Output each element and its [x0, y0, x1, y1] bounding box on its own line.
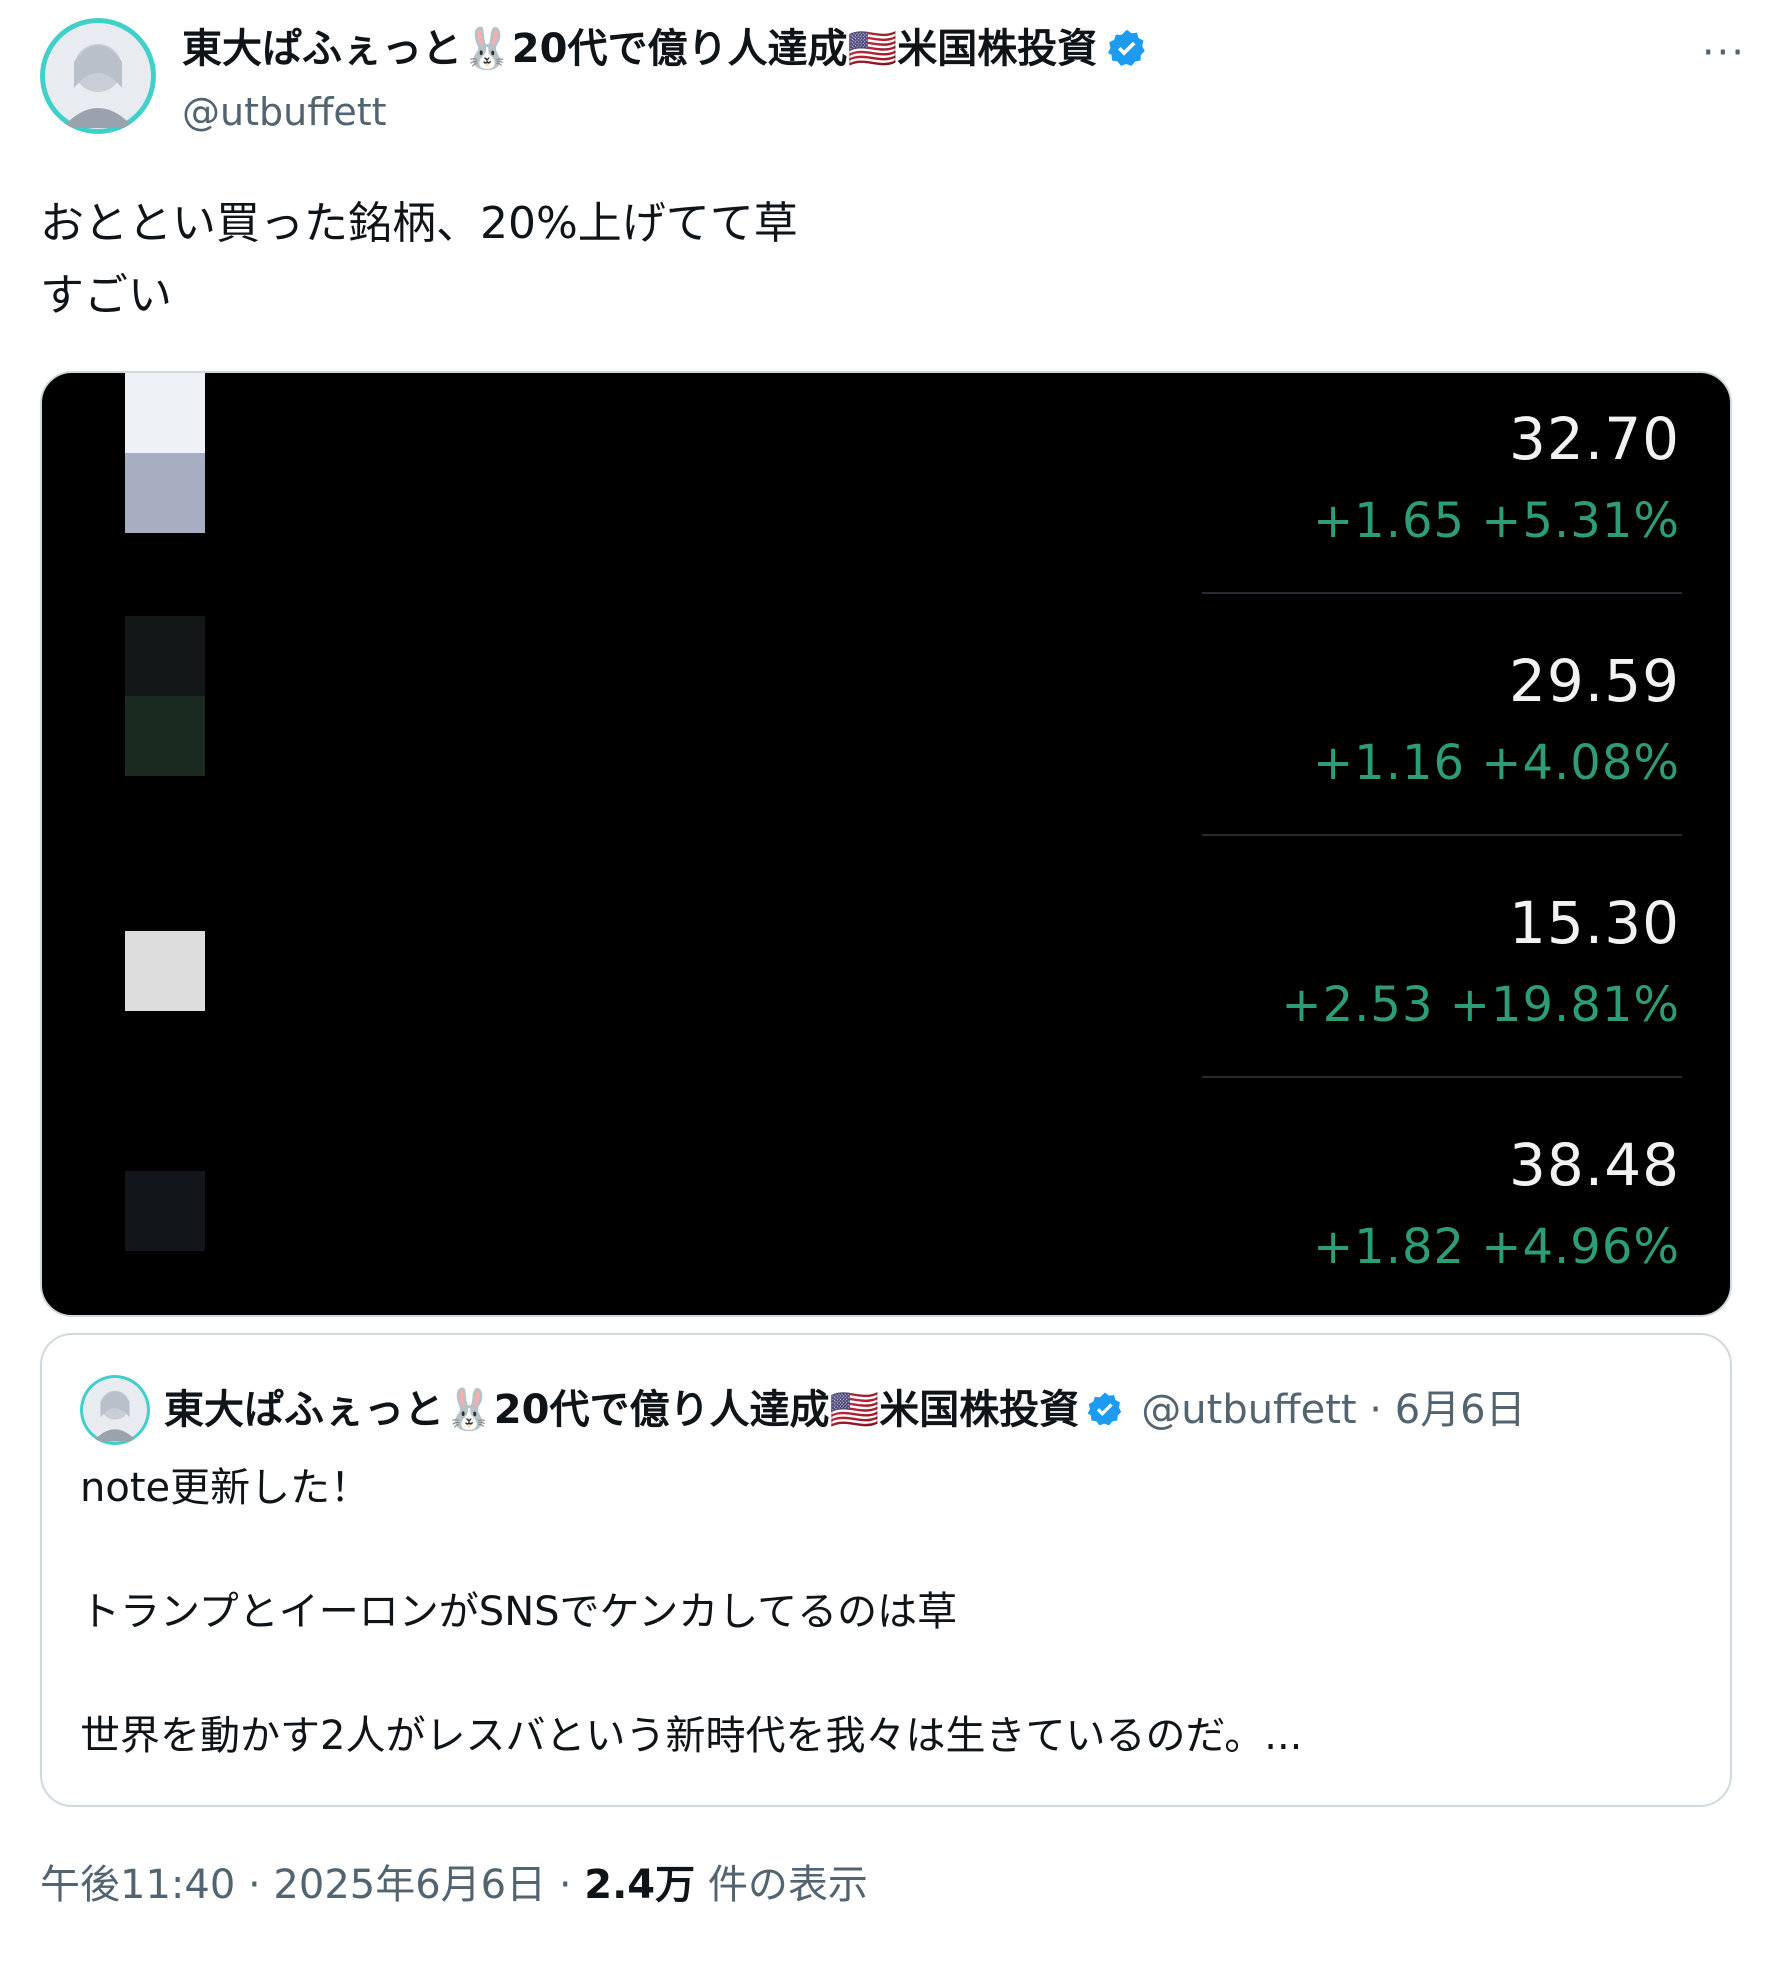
author-handle[interactable]: @utbuffett	[182, 88, 387, 136]
quote-row: 29.59 +1.16 +4.08%	[1200, 645, 1680, 795]
author-name-text[interactable]: 東大ぱふぇっと🐰20代で億り人達成🇺🇸米国株投資	[182, 24, 1097, 74]
row-divider	[1202, 834, 1682, 836]
quoted-header: 東大ぱふぇっと🐰20代で億り人達成🇺🇸米国株投資 @utbuffett · 6月…	[164, 1383, 1526, 1437]
price-change: +1.82 +4.96%	[1312, 1219, 1680, 1275]
quoted-tweet[interactable]: 東大ぱふぇっと🐰20代で億り人達成🇺🇸米国株投資 @utbuffett · 6月…	[40, 1333, 1732, 1807]
price-value: 15.30	[1508, 889, 1680, 957]
price-change: +1.16 +4.08%	[1312, 735, 1680, 791]
quote-row: 38.48 +1.82 +4.96%	[1200, 1129, 1680, 1279]
price-value: 38.48	[1508, 1131, 1680, 1199]
quoted-text: note更新した！ トランプとイーロンがSNSでケンカしてるのは草 世界を動かす…	[80, 1465, 1303, 1759]
verified-badge-icon	[1108, 29, 1146, 66]
author-display-name[interactable]: 東大ぱふぇっと🐰20代で億り人達成🇺🇸米国株投資	[182, 24, 1149, 74]
quoted-handle-date: @utbuffett · 6月6日	[1141, 1387, 1526, 1433]
price-change: +1.65 +5.31%	[1312, 493, 1680, 549]
price-value: 32.70	[1508, 405, 1680, 473]
quote-row: 32.70 +1.65 +5.31%	[1200, 403, 1680, 553]
quoted-display-name[interactable]: 東大ぱふぇっと🐰20代で億り人達成🇺🇸米国株投資	[164, 1383, 1079, 1437]
ticker-logo-top	[125, 373, 205, 453]
view-label: 件の表示	[695, 1862, 868, 1908]
tweet-text: おととい買った銘柄、20%上げてて草 すごい	[40, 198, 798, 321]
ticker-logo	[125, 1171, 205, 1251]
verified-badge-icon	[1087, 1392, 1122, 1426]
price-change: +2.53 +19.81%	[1281, 977, 1680, 1033]
tweet-media-image[interactable]: 32.70 +1.65 +5.31% 29.59 +1.16 +4.08% 15…	[40, 371, 1732, 1317]
quote-row: 15.30 +2.53 +19.81%	[1200, 887, 1680, 1037]
more-options-button[interactable]: ···	[1702, 30, 1746, 76]
row-divider	[1202, 592, 1682, 594]
ticker-logo-bottom	[125, 453, 205, 533]
ticker-logo	[125, 931, 205, 1011]
tweet-footer: 午後11:40 · 2025年6月6日 · 2.4万 件の表示	[40, 1858, 868, 1912]
avatar[interactable]	[40, 18, 156, 134]
price-value: 29.59	[1508, 647, 1680, 715]
timestamp[interactable]: 午後11:40 · 2025年6月6日 ·	[40, 1862, 584, 1908]
ticker-logo-bottom	[125, 696, 205, 776]
row-divider	[1202, 1076, 1682, 1078]
ticker-logo-top	[125, 616, 205, 696]
view-count: 2.4万	[584, 1862, 696, 1908]
quoted-avatar[interactable]	[80, 1375, 150, 1445]
